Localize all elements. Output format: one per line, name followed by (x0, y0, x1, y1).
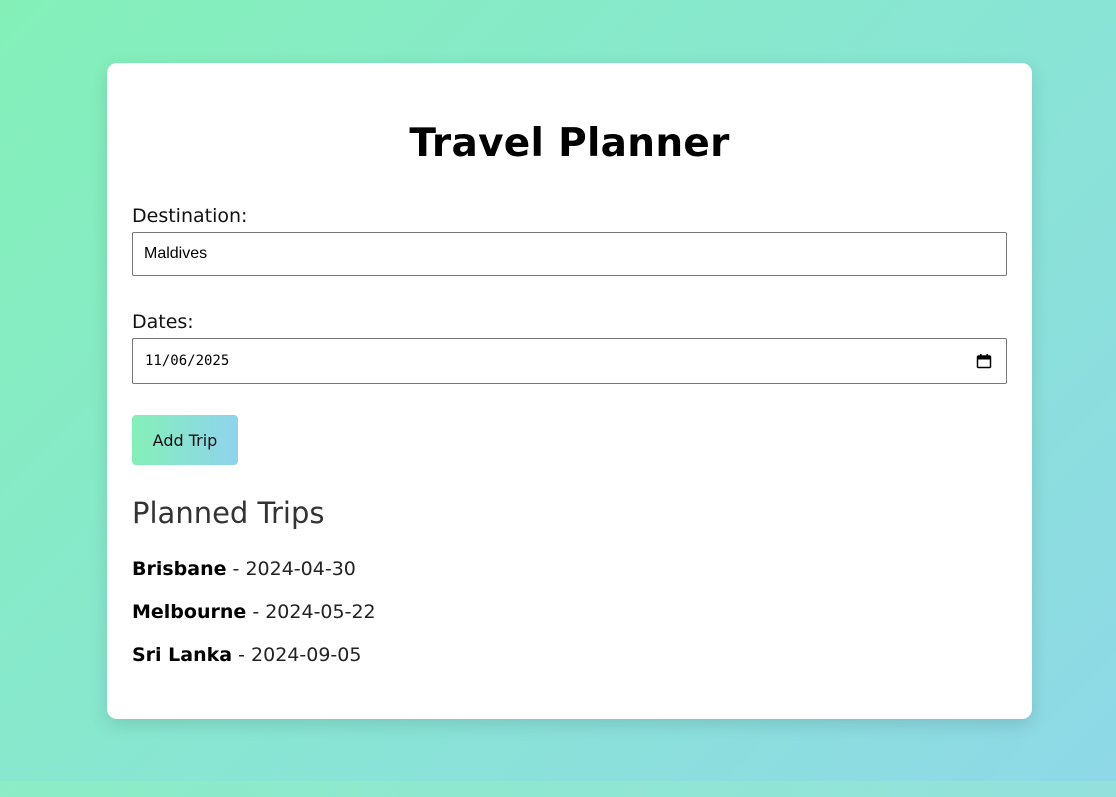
dates-label: Dates: (132, 311, 194, 333)
trip-list: Brisbane - 2024-04-30 Melbourne - 2024-0… (132, 556, 1007, 668)
trip-date: 2024-05-22 (265, 601, 376, 623)
destination-input[interactable] (132, 232, 1007, 276)
trip-separator: - (232, 644, 252, 666)
trip-item: Melbourne - 2024-05-22 (132, 599, 1007, 625)
trip-destination: Brisbane (132, 558, 227, 580)
trip-destination: Sri Lanka (132, 644, 233, 666)
planned-trips-heading: Planned Trips (132, 496, 325, 530)
trip-date: 2024-04-30 (245, 558, 356, 580)
trip-separator: - (226, 558, 246, 580)
calendar-icon[interactable] (976, 353, 992, 369)
trip-destination: Melbourne (132, 601, 247, 623)
dates-value: 11/06/2025 (145, 353, 230, 369)
add-trip-button[interactable]: Add Trip (132, 415, 238, 465)
destination-label: Destination: (132, 205, 248, 227)
dates-input[interactable]: 11/06/2025 (132, 338, 1007, 384)
trip-item: Sri Lanka - 2024-09-05 (132, 642, 1007, 668)
trip-date: 2024-09-05 (251, 644, 362, 666)
trip-item: Brisbane - 2024-04-30 (132, 556, 1007, 582)
page-bottom-strip (0, 781, 1116, 797)
trip-separator: - (246, 601, 266, 623)
planner-card: Travel Planner Destination: Dates: 11/06… (107, 63, 1032, 719)
page-title: Travel Planner (409, 121, 730, 166)
